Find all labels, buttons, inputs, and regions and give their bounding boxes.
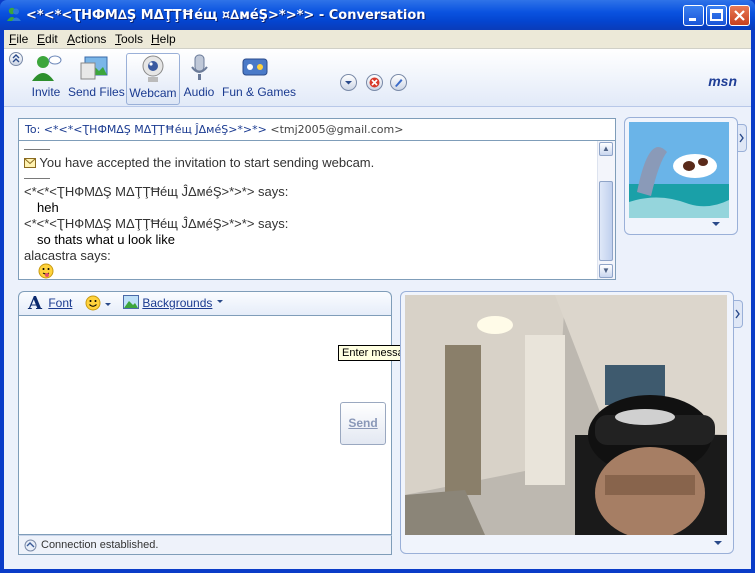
audio-label: Audio [183,85,215,99]
send-files-icon [80,56,108,80]
tongue-out-emoticon-icon [38,263,54,279]
to-prefix: To: [25,123,41,136]
to-line: To: <*<*<ƮНФМ∆Ş МΔŢŢĦéщ ĴΔмéŞ>*>*> <tmj2… [18,118,616,140]
chevron-down-icon [105,303,112,306]
block-button[interactable] [366,74,383,91]
more-options-button[interactable] [340,74,357,91]
picture-dropdown-icon[interactable] [711,220,721,228]
status-text: Connection established. [41,539,159,551]
notice-text: You have accepted the invitation to star… [39,155,375,170]
envelope-icon [24,158,36,168]
fun-games-icon [242,58,268,76]
toolbar-collapse-button[interactable] [9,52,23,66]
title-bar[interactable]: <*<*<ƮНФМ∆Ş МΔŢŢĦéщ ¤∆мéŞ>*>*> - Convers… [0,0,755,30]
svg-text:A: A [27,293,43,311]
send-files-label: Send Files [68,85,125,99]
audio-icon [191,54,208,80]
message-text: heh [37,200,59,215]
chevron-down-icon [216,300,223,303]
chevron-right-icon [739,133,744,143]
block-icon [369,77,380,88]
contact-name: <*<*<ƮНФМ∆Ş МΔŢŢĦéщ ĴΔмéŞ>*>*> [43,123,267,136]
menu-actions[interactable]: Actions [67,32,106,46]
audio-button[interactable]: Audio [182,53,216,103]
invite-icon [32,55,62,81]
fun-games-label: Fun & Games [222,85,297,99]
collapse-right-tab-bottom[interactable] [734,300,743,328]
collapse-right-tab-top[interactable] [738,124,747,152]
toolbar: Invite Send Files Webcam Audio Fun & Gam… [4,49,751,107]
backgrounds-icon [123,295,139,309]
webcam-label: Webcam [129,86,177,100]
close-button[interactable] [729,5,750,26]
webcam-notice: You have accepted the invitation to star… [24,155,374,170]
menu-tools[interactable]: Tools [115,32,143,46]
formatting-toolbar: A Font Backgrounds [18,291,392,315]
history-scrollbar[interactable]: ▲ ▼ [597,141,615,279]
webcam-video[interactable] [405,295,727,535]
backgrounds-label: Backgrounds [142,296,213,310]
message-sender: <*<*<ƮНФМ∆Ş МΔŢŢĦéщ ĴΔмéŞ>*>*> says: [24,184,289,199]
conversation-history[interactable]: —— You have accepted the invitation to s… [18,140,616,280]
menu-file[interactable]: File [9,32,28,46]
window-title: <*<*<ƮНФМ∆Ş МΔŢŢĦéщ ¤∆мéŞ>*>*> - Convers… [26,8,426,23]
contact-display-picture[interactable] [629,122,729,218]
webcam-icon [142,55,164,82]
scroll-thumb[interactable] [599,181,613,261]
separator-2: —— [24,170,50,185]
webcam-dropdown-icon[interactable] [713,539,723,547]
menu-bar: File Edit Actions Tools Help [4,30,751,49]
menu-help[interactable]: Help [151,32,176,46]
emoticon-button[interactable] [85,295,112,314]
scroll-down-button[interactable]: ▼ [599,264,613,278]
invite-label: Invite [31,85,61,99]
webcam-frame [400,291,734,554]
pen-icon [395,79,403,87]
font-button[interactable]: A Font [27,293,73,314]
backgrounds-button[interactable]: Backgrounds [123,295,224,310]
webcam-button[interactable]: Webcam [126,53,180,105]
chevron-right-icon [735,309,740,319]
font-label: Font [48,296,73,310]
minimize-icon [689,18,696,21]
maximize-button[interactable] [706,5,727,26]
contact-display-picture-frame [624,117,738,235]
menu-edit[interactable]: Edit [37,32,58,46]
send-button[interactable]: Send [340,402,386,445]
collapse-icon [12,54,20,63]
close-icon [734,10,745,21]
invite-button[interactable]: Invite [28,53,64,103]
msn-buddy-icon [7,7,21,21]
message-sender: alacastra says: [24,248,111,263]
message-sender: <*<*<ƮНФМ∆Ş МΔŢŢĦéщ ĴΔмéŞ>*>*> says: [24,216,289,231]
client-area: File Edit Actions Tools Help Invite Send… [4,30,751,569]
separator: —— [24,141,50,156]
connection-icon [24,539,37,552]
font-icon: A [27,293,43,314]
scroll-up-button[interactable]: ▲ [599,142,613,156]
message-text: so thats what u look like [37,232,176,247]
maximize-icon [710,9,723,21]
contact-email: <tmj2005@gmail.com> [270,123,404,136]
tongue-emoticon [37,263,55,282]
conversation-window: <*<*<ƮНФМ∆Ş МΔŢŢĦéщ ¤∆мéŞ>*>*> - Convers… [0,0,755,573]
minimize-button[interactable] [683,5,704,26]
send-files-button[interactable]: Send Files [68,53,125,103]
fun-games-button[interactable]: Fun & Games [222,53,297,103]
smiley-icon [85,295,101,311]
status-bar: Connection established. [18,535,392,555]
ink-button[interactable] [390,74,407,91]
dropdown-icon [345,81,352,85]
message-input[interactable] [18,315,392,535]
msn-logo: msn [708,73,737,89]
